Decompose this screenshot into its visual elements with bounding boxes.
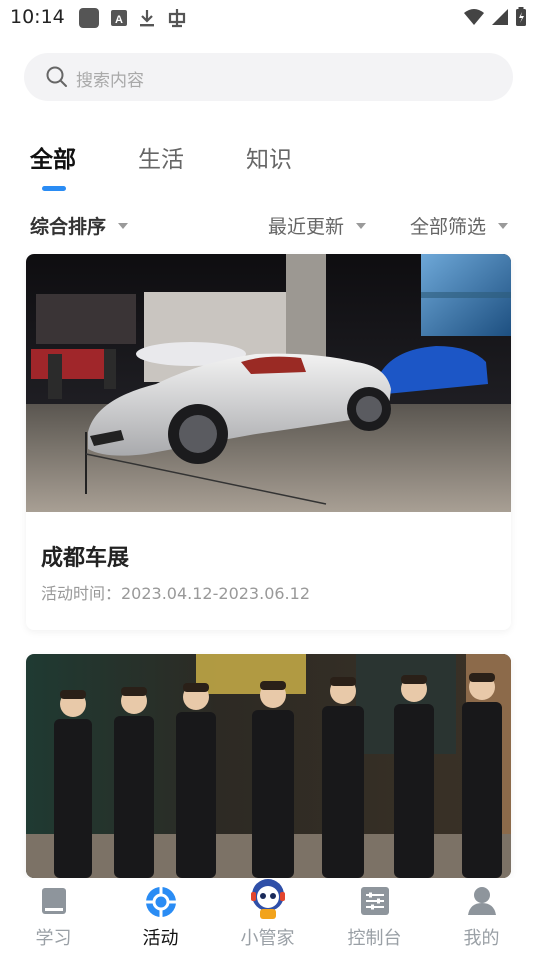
bug-icon [168, 9, 186, 28]
filter-all-label: 全部筛选 [410, 216, 487, 238]
nav-activity[interactable]: 活动 [107, 878, 214, 956]
sliders-icon [360, 887, 389, 915]
svg-text:A: A [115, 14, 123, 26]
nav-profile-label: 我的 [463, 928, 500, 949]
user-icon [467, 887, 496, 915]
sort-dropdown[interactable]: 综合排序 [30, 212, 129, 239]
signal-icon [492, 9, 508, 25]
recent-label: 最近更新 [268, 216, 345, 238]
chevron-down-icon [498, 222, 509, 229]
notification-icons: A [78, 7, 188, 29]
search-icon [46, 66, 67, 87]
nav-assistant-label: 小管家 [240, 928, 295, 949]
filter-all-dropdown[interactable]: 全部筛选 [410, 212, 509, 239]
event-card[interactable]: 成都车展 活动时间：2023.04.12-2023.06.12 [26, 254, 511, 630]
filter-row: 综合排序 最近更新 全部筛选 [0, 210, 537, 242]
text-a-icon: A [111, 10, 127, 26]
team-photo-image [26, 654, 511, 878]
event-card[interactable] [26, 654, 511, 878]
event-date: 活动时间：2023.04.12-2023.06.12 [41, 584, 310, 603]
system-icons [463, 7, 527, 27]
chevron-down-icon [118, 222, 129, 229]
car-show-image [26, 254, 511, 512]
nav-activity-label: 活动 [142, 928, 179, 949]
nav-assistant[interactable]: 小管家 [214, 878, 321, 956]
app-notification-icon [79, 8, 99, 28]
wifi-icon [464, 9, 484, 25]
bottom-navigation: 学习 活动 小管家 控制台 我的 [0, 878, 537, 956]
nav-console[interactable]: 控制台 [321, 878, 428, 956]
status-bar: 10:14 A [0, 0, 537, 36]
robot-mascot-icon [250, 879, 285, 919]
activity-icon [145, 887, 176, 917]
nav-profile[interactable]: 我的 [428, 878, 535, 956]
category-tabs: 全部 生活 知识 [0, 136, 537, 196]
tab-knowledge[interactable]: 知识 [246, 140, 292, 174]
sort-label: 综合排序 [30, 216, 107, 238]
recent-dropdown[interactable]: 最近更新 [268, 212, 367, 239]
tab-life[interactable]: 生活 [138, 140, 184, 174]
active-tab-indicator [42, 186, 66, 191]
nav-console-label: 控制台 [347, 928, 402, 949]
event-title: 成都车展 [41, 546, 130, 571]
nav-study-label: 学习 [35, 928, 72, 949]
chevron-down-icon [356, 222, 367, 229]
tab-all[interactable]: 全部 [30, 140, 76, 174]
download-icon [140, 10, 154, 27]
search-bar[interactable]: 搜索内容 [24, 53, 513, 101]
search-placeholder: 搜索内容 [76, 71, 144, 91]
status-time: 10:14 [10, 6, 65, 28]
battery-icon [516, 7, 526, 26]
book-icon [41, 888, 66, 914]
nav-study[interactable]: 学习 [0, 878, 107, 956]
